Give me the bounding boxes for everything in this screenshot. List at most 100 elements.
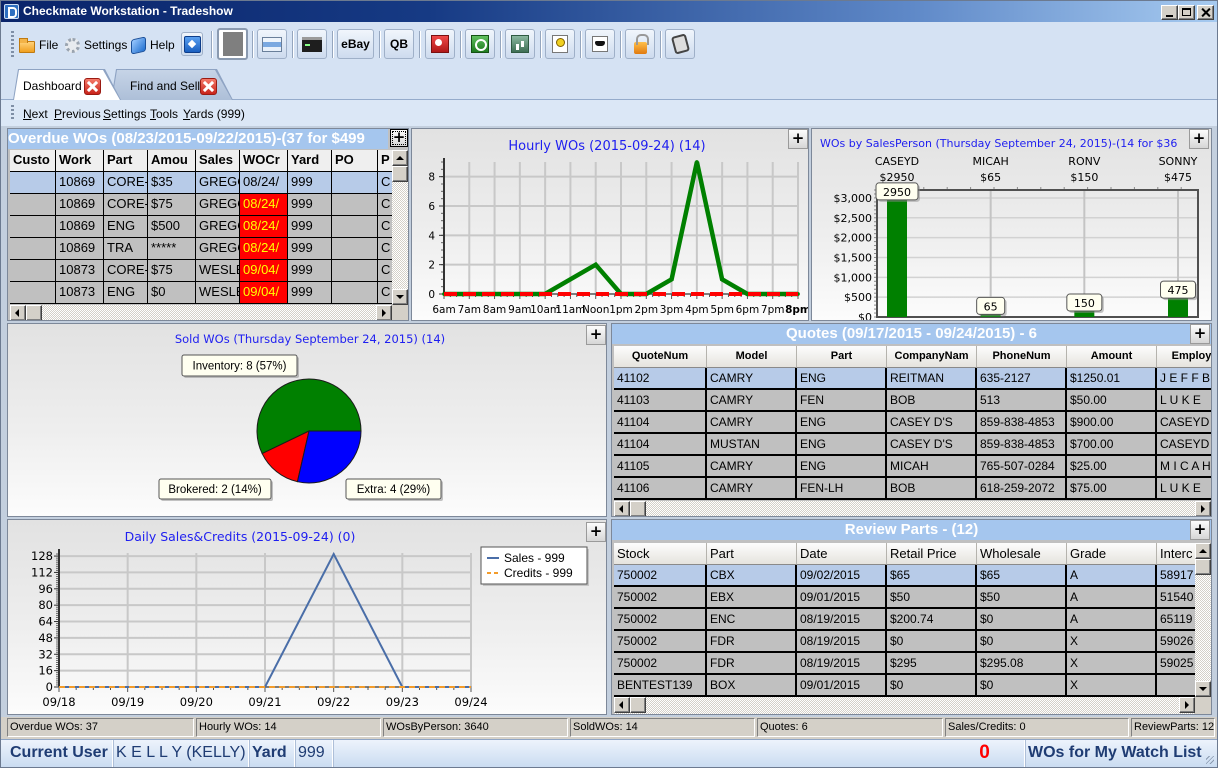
expand-review-button[interactable]: + bbox=[1190, 520, 1210, 540]
pie-slice-extra[interactable] bbox=[296, 430, 362, 484]
help-menu[interactable]: Help bbox=[131, 35, 175, 55]
table-row[interactable]: BENTEST139 BOX 09/01/2015 $0 $0 X bbox=[614, 675, 1195, 697]
reports-button[interactable] bbox=[505, 29, 535, 59]
table-row[interactable]: 10873 ENG $0 WESLE 09/04/999 C bbox=[10, 282, 392, 304]
vertical-scrollbar[interactable] bbox=[392, 150, 408, 305]
table-row[interactable]: 41105 CAMRY ENG MICAH 765-507-0284 $25.00 M I … bbox=[614, 456, 1211, 478]
table-row[interactable]: 41103 CAMRY FEN BOB 513 $50.00 L U K E bbox=[614, 390, 1211, 412]
table-row[interactable]: 10869CORE-$35GREGC08/24/999 C bbox=[10, 172, 392, 194]
settings-menu[interactable]: Settings bbox=[65, 36, 127, 54]
scroll-thumb[interactable] bbox=[26, 305, 42, 320]
nav-tools[interactable]: Tools bbox=[150, 107, 178, 121]
scroll-right-button[interactable] bbox=[376, 305, 392, 320]
nav-settings[interactable]: Settings bbox=[103, 107, 146, 121]
resize-grip[interactable] bbox=[1206, 756, 1214, 764]
table-row[interactable]: 750002 FDR 08/19/2015 $0 $0 X 59026 bbox=[614, 631, 1195, 653]
scroll-thumb[interactable] bbox=[630, 501, 646, 516]
terminal-button[interactable] bbox=[297, 29, 327, 59]
table-row[interactable]: 10869ENG$500GREGC08/24/999 C bbox=[10, 216, 392, 238]
close-tab-icon[interactable] bbox=[84, 78, 101, 95]
training-button[interactable] bbox=[585, 29, 615, 59]
green-gear-button[interactable] bbox=[465, 29, 495, 59]
column-header-model[interactable]: Model bbox=[707, 346, 797, 368]
column-header-phonenum[interactable]: PhoneNum bbox=[977, 346, 1067, 368]
scroll-up-button[interactable] bbox=[1195, 543, 1211, 559]
column-header-retail-price[interactable]: Retail Price bbox=[887, 543, 977, 565]
column-header-sales[interactable]: Sales bbox=[196, 150, 240, 172]
column-header-amount[interactable]: Amount bbox=[1067, 346, 1157, 368]
table-row[interactable]: 750002 ENC 08/19/2015 $200.74 $0 A 65119 bbox=[614, 609, 1195, 631]
red-tool-button[interactable] bbox=[425, 29, 455, 59]
column-header-work[interactable]: Work bbox=[56, 150, 104, 172]
column-header-part[interactable]: Part bbox=[797, 346, 887, 368]
lock-button[interactable] bbox=[625, 29, 655, 59]
nav-yards[interactable]: Yards (999) bbox=[183, 107, 245, 121]
scroll-down-button[interactable] bbox=[1195, 681, 1211, 697]
nav-bar-grip[interactable] bbox=[11, 105, 14, 121]
expand-hourly-button[interactable]: + bbox=[788, 129, 808, 149]
monitor-button[interactable] bbox=[257, 29, 287, 59]
tab-dashboard[interactable]: Dashboard bbox=[13, 69, 121, 100]
file-menu[interactable]: File bbox=[19, 36, 58, 54]
expand-salesperson-button[interactable]: + bbox=[1189, 129, 1209, 149]
scroll-up-button[interactable] bbox=[392, 150, 408, 166]
maximize-button[interactable] bbox=[1178, 5, 1195, 20]
column-header-grade[interactable]: Grade bbox=[1067, 543, 1157, 565]
column-header-date[interactable]: Date bbox=[797, 543, 887, 565]
tab-find-and-sell[interactable]: Find and Sell bbox=[111, 69, 233, 100]
horizontal-scrollbar[interactable] bbox=[614, 697, 1195, 714]
table-row[interactable]: 41106 CAMRY FEN-LH BOB 618-259-2072 $75.00 L U… bbox=[614, 478, 1211, 500]
scroll-down-button[interactable] bbox=[392, 289, 408, 305]
column-header-stock[interactable]: Stock bbox=[614, 543, 707, 565]
column-header-yard[interactable]: Yard bbox=[288, 150, 332, 172]
key-button[interactable] bbox=[545, 29, 575, 59]
horizontal-scrollbar[interactable] bbox=[10, 305, 392, 320]
column-header-po[interactable]: PO bbox=[332, 150, 378, 172]
column-header-wocr[interactable]: WOCr bbox=[240, 150, 288, 172]
scroll-right-button[interactable] bbox=[1195, 501, 1211, 516]
expand-daily-button[interactable]: + bbox=[586, 522, 606, 542]
title-bar[interactable]: Checkmate Workstation - Tradeshow bbox=[1, 1, 1217, 22]
watch-list-link[interactable]: WOs for My Watch List bbox=[1025, 740, 1215, 767]
column-header-part[interactable]: Part bbox=[707, 543, 797, 565]
bar-sonny[interactable] bbox=[1168, 298, 1188, 317]
compass-button[interactable] bbox=[181, 32, 203, 56]
horizontal-scrollbar[interactable] bbox=[614, 501, 1211, 516]
scroll-left-button[interactable] bbox=[614, 697, 630, 713]
quickbooks-button[interactable]: QB bbox=[384, 29, 414, 59]
column-header-part[interactable]: Part bbox=[104, 150, 148, 172]
stop-button[interactable] bbox=[217, 28, 248, 60]
column-header-p[interactable]: P bbox=[378, 150, 392, 172]
toolbar-grip[interactable] bbox=[11, 31, 14, 58]
expand-overdue-button[interactable]: + bbox=[390, 129, 408, 147]
nav-next[interactable]: Next bbox=[23, 107, 48, 121]
scroll-thumb[interactable] bbox=[630, 697, 646, 713]
table-row[interactable]: 41104 MUSTAN ENG CASEY D'S 859-838-4853 $700.… bbox=[614, 434, 1211, 456]
table-row[interactable]: 41104 CAMRY ENG CASEY D'S 859-838-4853 $900.0… bbox=[614, 412, 1211, 434]
expand-quotes-button[interactable]: + bbox=[1190, 324, 1210, 344]
ebay-button[interactable]: eBay bbox=[337, 29, 374, 59]
table-row[interactable]: 41102 CAMRY ENG REITMAN 635-2127 $1250.01 J E … bbox=[614, 368, 1211, 390]
column-header-custo[interactable]: Custo bbox=[10, 150, 56, 172]
column-header-interc[interactable]: Interc bbox=[1157, 543, 1195, 565]
column-header-amou[interactable]: Amou bbox=[148, 150, 196, 172]
close-window-button[interactable] bbox=[1197, 5, 1214, 20]
column-header-quotenum[interactable]: QuoteNum bbox=[614, 346, 707, 368]
column-header-employ[interactable]: Employ bbox=[1157, 346, 1211, 368]
scroll-button[interactable] bbox=[665, 29, 695, 59]
column-header-companynam[interactable]: CompanyNam bbox=[887, 346, 977, 368]
watch-list-count[interactable]: 0 bbox=[945, 740, 1025, 767]
scroll-thumb[interactable] bbox=[392, 166, 408, 182]
table-row[interactable]: 750002 FDR 08/19/2015 $295 $295.08 X 59025 bbox=[614, 653, 1195, 675]
expand-sold-button[interactable]: + bbox=[586, 325, 606, 345]
scroll-right-button[interactable] bbox=[1179, 697, 1195, 713]
table-row[interactable]: 750002 CBX 09/02/2015 $65 $65 A 58917 bbox=[614, 565, 1195, 587]
table-row[interactable]: 10869TRA*****GREGC08/24/999 C bbox=[10, 238, 392, 260]
table-row[interactable]: 10873 CORE- $75 WESLE 09/04/999 C bbox=[10, 260, 392, 282]
table-row[interactable]: 10869CORE-$75GREGC08/24/999 C bbox=[10, 194, 392, 216]
table-row[interactable]: 750002 EBX 09/01/2015 $50 $50 A 51540 bbox=[614, 587, 1195, 609]
bar-caseyd[interactable] bbox=[887, 199, 907, 317]
column-header-wholesale[interactable]: Wholesale bbox=[977, 543, 1067, 565]
vertical-scrollbar[interactable] bbox=[1195, 543, 1211, 697]
scroll-left-button[interactable] bbox=[10, 305, 26, 320]
